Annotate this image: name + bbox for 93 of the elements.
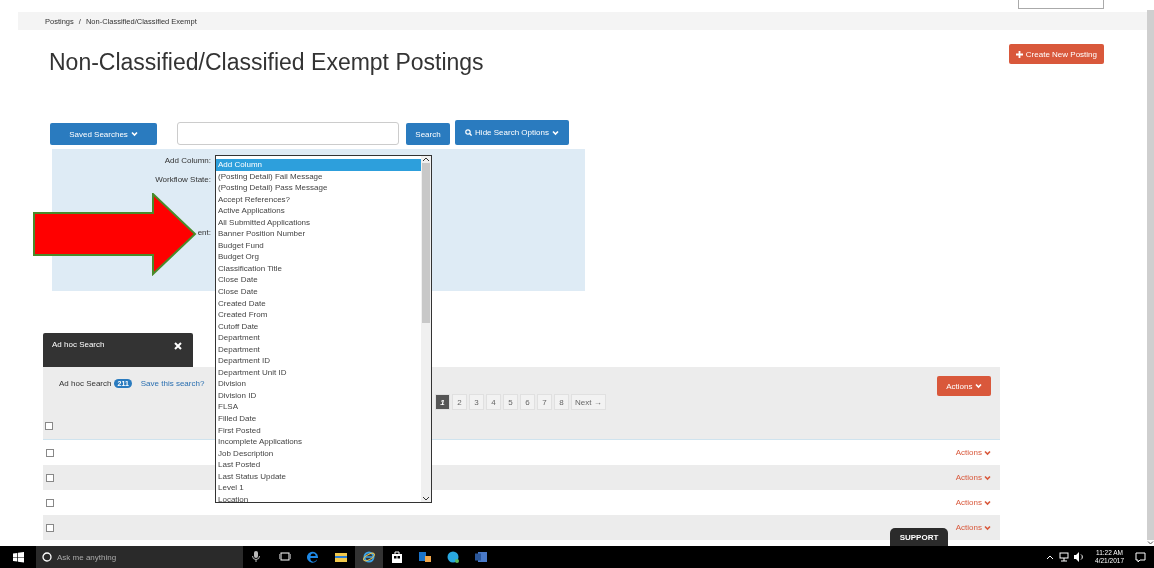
- scrollbar[interactable]: [1147, 10, 1154, 540]
- list-option[interactable]: Level 1: [216, 482, 421, 494]
- list-option[interactable]: (Posting Detail) Pass Message: [216, 182, 421, 194]
- actions-link[interactable]: Actions: [949, 447, 997, 458]
- save-search-link[interactable]: Save this search?: [140, 379, 205, 388]
- page-button[interactable]: 3: [469, 394, 484, 410]
- network-icon[interactable]: [1059, 552, 1070, 562]
- chat-icon[interactable]: [447, 551, 459, 563]
- list-option[interactable]: Filled Date: [216, 413, 421, 425]
- page-button[interactable]: 7: [537, 394, 552, 410]
- list-option[interactable]: Department: [216, 332, 421, 344]
- checkbox[interactable]: [46, 473, 54, 482]
- list-option[interactable]: Job Description: [216, 447, 421, 460]
- checkbox[interactable]: [45, 422, 53, 430]
- shopping-bag-icon[interactable]: [391, 551, 403, 563]
- search-placeholder: Ask me anything: [57, 552, 117, 562]
- hide-options-button[interactable]: Hide Search Options: [455, 120, 569, 145]
- list-option[interactable]: Banner Position Number: [216, 228, 421, 240]
- list-option[interactable]: Department: [216, 343, 421, 356]
- checkbox[interactable]: [46, 498, 54, 507]
- list-option[interactable]: Close Date: [216, 274, 421, 286]
- list-option[interactable]: Created Date: [216, 297, 421, 310]
- support-tab[interactable]: SUPPORT: [890, 528, 948, 546]
- list-option[interactable]: All Submitted Applications: [216, 216, 421, 229]
- close-icon[interactable]: [174, 342, 182, 350]
- tab-header[interactable]: Ad hoc Search: [43, 333, 193, 367]
- page-button[interactable]: 4: [486, 394, 501, 410]
- page-button[interactable]: 2: [452, 394, 467, 410]
- page-title: Non-Classified/Classified Exempt Postings: [49, 49, 484, 76]
- column-listbox[interactable]: [215, 155, 432, 503]
- list-option[interactable]: Last Posted: [216, 459, 421, 471]
- results-label: Ad hoc Search: [59, 379, 112, 388]
- list-option[interactable]: Location: [216, 493, 421, 502]
- chevron-down-icon: [984, 449, 991, 456]
- list-option[interactable]: (Posting Detail) Fail Message: [216, 170, 421, 183]
- mail-icon[interactable]: [419, 551, 431, 563]
- next-button[interactable]: Next →: [571, 394, 606, 410]
- list-option[interactable]: Last Status Update: [216, 470, 421, 483]
- plus-icon: [1015, 50, 1023, 58]
- input-field[interactable]: [1018, 0, 1104, 9]
- page-button[interactable]: 1: [435, 394, 450, 410]
- list-option[interactable]: Division ID: [216, 389, 421, 402]
- checkbox[interactable]: [46, 448, 54, 457]
- list-option[interactable]: Active Applications: [216, 205, 421, 217]
- taskbar-search-field[interactable]: Ask me anything: [36, 546, 243, 568]
- list-option[interactable]: Created From: [216, 309, 421, 321]
- list-option[interactable]: Classification Title: [216, 262, 421, 275]
- saved-searches-button[interactable]: Saved Searches: [50, 123, 157, 145]
- browser-icon[interactable]: [363, 551, 375, 563]
- task-view-icon[interactable]: [279, 551, 291, 563]
- page-button[interactable]: 6: [520, 394, 535, 410]
- chevron-down-icon: [984, 499, 991, 506]
- list-option[interactable]: Cutoff Date: [216, 320, 421, 333]
- list-option[interactable]: Budget Fund: [216, 239, 421, 252]
- page-button[interactable]: 8: [554, 394, 569, 410]
- field-label: ent:: [196, 228, 211, 237]
- scroll-down-icon[interactable]: [422, 495, 430, 502]
- field-label: Workflow State:: [154, 175, 211, 184]
- list-option[interactable]: Close Date: [216, 286, 421, 298]
- list-option[interactable]: Department ID: [216, 355, 421, 367]
- windows-icon[interactable]: [12, 551, 24, 563]
- notification-icon[interactable]: [1135, 551, 1146, 563]
- list-option[interactable]: Department Unit ID: [216, 366, 421, 379]
- volume-icon[interactable]: [1074, 552, 1085, 562]
- search-icon: [465, 129, 473, 136]
- folder-icon[interactable]: [335, 551, 347, 563]
- edge-browser-icon[interactable]: [307, 551, 319, 563]
- chevron-down-icon: [974, 382, 982, 389]
- list-option[interactable]: First Posted: [216, 424, 421, 437]
- chevron-down-icon: [984, 524, 991, 531]
- search-field[interactable]: [177, 122, 399, 145]
- list-option[interactable]: Incomplete Applications: [216, 436, 421, 448]
- actions-link[interactable]: Actions: [949, 497, 997, 508]
- create-button[interactable]: Create New Posting: [1008, 44, 1104, 64]
- circle-icon: [42, 552, 52, 562]
- chevron-down-icon: [551, 129, 559, 136]
- list-option[interactable]: Budget Org: [216, 251, 421, 263]
- chevron-down-icon: [984, 474, 991, 481]
- checkbox[interactable]: [46, 523, 54, 532]
- page-button[interactable]: 5: [503, 394, 518, 410]
- actions-button[interactable]: Actions: [937, 376, 991, 396]
- tab-title: Ad hoc Search: [52, 340, 105, 351]
- microphone-icon[interactable]: [251, 551, 263, 563]
- chevron-down-icon: [130, 131, 138, 137]
- scroll-up-icon[interactable]: [422, 156, 430, 163]
- scrollbar-thumb[interactable]: [422, 163, 430, 323]
- list-option[interactable]: Accept References?: [216, 193, 421, 206]
- document-icon[interactable]: [475, 551, 487, 563]
- list-option[interactable]: FLSA: [216, 401, 421, 414]
- list-option[interactable]: Division: [216, 378, 421, 390]
- field-label: Add Column:: [163, 156, 211, 165]
- caret-up-icon[interactable]: [1046, 553, 1055, 561]
- search-button[interactable]: Search: [406, 123, 450, 145]
